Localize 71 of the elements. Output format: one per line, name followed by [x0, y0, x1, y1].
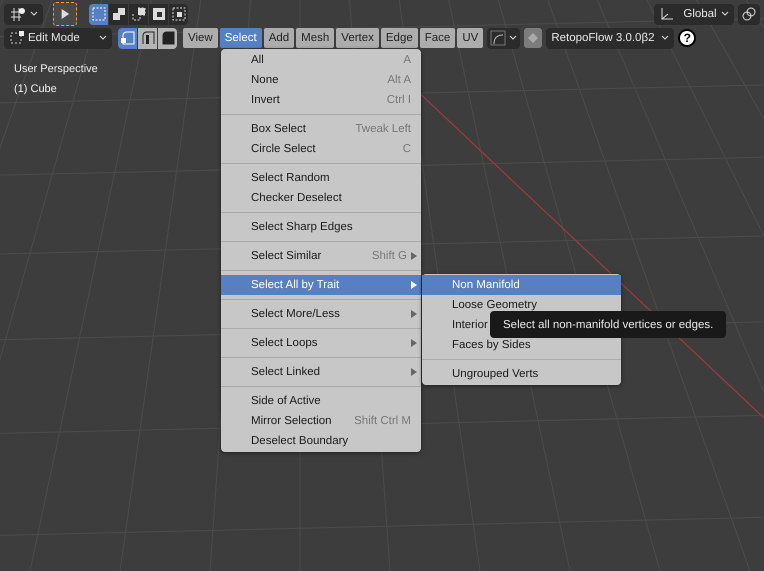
chevron-icon — [509, 35, 518, 41]
chevron-icon — [30, 11, 38, 17]
chevron-icon — [721, 11, 729, 17]
menu-item[interactable]: Circle Select C — [221, 139, 421, 159]
menu-item[interactable]: Select Sharp Edges — [221, 217, 421, 237]
falloff-curve-icon — [490, 30, 506, 46]
menu-item[interactable]: Deselect Boundary — [221, 431, 421, 451]
submenu-arrow-icon — [411, 252, 417, 260]
cursor-icon — [60, 7, 70, 21]
selection-mode-icon — [110, 6, 126, 22]
subtract-selection-mode-button[interactable] — [129, 4, 148, 24]
menu-item[interactable]: Select Loops — [221, 333, 421, 353]
menu-button[interactable]: View — [183, 28, 218, 48]
menu-item[interactable]: Ungrouped Verts — [422, 364, 621, 384]
menu-item[interactable]: None Alt A — [221, 70, 421, 90]
menu-button[interactable]: Vertex — [336, 28, 379, 48]
menu-item[interactable]: Select Linked — [221, 362, 421, 382]
menu-item[interactable]: Mirror Selection Shift Ctrl M — [221, 411, 421, 431]
chevron-icon — [661, 35, 670, 41]
menu-item[interactable]: Select All by Trait — [221, 275, 421, 295]
vertex-mode-icon — [120, 30, 136, 46]
snap-link-button[interactable] — [738, 4, 760, 24]
vertex-select-button[interactable] — [118, 28, 137, 48]
menu-button[interactable]: Add — [264, 28, 294, 48]
transform-icon — [9, 6, 27, 22]
mode-dropdown[interactable]: Edit Mode — [4, 28, 112, 48]
menu-item[interactable]: Checker Deselect — [221, 188, 421, 208]
menu-button[interactable]: UV — [457, 28, 484, 48]
menu-item[interactable]: Side of Active — [221, 391, 421, 411]
tooltip: Select all non-manifold vertices or edges. — [490, 311, 726, 338]
new-selection-mode-button[interactable] — [89, 4, 108, 24]
selection-mode-icon — [170, 6, 186, 22]
edge-select-button[interactable] — [138, 28, 157, 48]
menu-item[interactable]: Box Select Tweak Left — [221, 119, 421, 139]
menu-item[interactable]: Faces by Sides — [422, 335, 621, 355]
submenu-arrow-icon — [411, 281, 417, 289]
viewport-info-text: User Perspective — [14, 62, 98, 77]
edge-mode-icon — [140, 30, 156, 46]
menu-item[interactable]: All A — [221, 50, 421, 70]
submenu-arrow-icon — [411, 310, 417, 318]
viewport-info-text: (1) Cube — [14, 82, 58, 97]
menu-item[interactable]: Invert Ctrl I — [221, 90, 421, 110]
menu-item[interactable]: Select Random — [221, 168, 421, 188]
menu-button[interactable]: Edge — [380, 28, 418, 48]
axes-icon — [659, 6, 675, 22]
invert-selection-mode-button[interactable] — [149, 4, 168, 24]
menu-button[interactable]: Mesh — [296, 28, 334, 48]
menu-item[interactable]: Select More/Less — [221, 304, 421, 324]
link-icon — [741, 6, 757, 22]
addon-toggle-button[interactable] — [524, 28, 542, 48]
menu-button[interactable]: Select — [220, 28, 262, 48]
chevron-icon — [99, 35, 107, 41]
submenu-arrow-icon — [411, 339, 417, 347]
falloff-dropdown[interactable] — [487, 28, 520, 48]
face-select-button[interactable] — [158, 28, 177, 48]
selection-mode-icon — [130, 6, 146, 22]
intersect-selection-mode-button[interactable] — [169, 4, 188, 24]
extend-selection-mode-button[interactable] — [109, 4, 128, 24]
diamond-icon — [528, 33, 538, 43]
edit-mode-icon — [9, 30, 25, 46]
select-tool-button[interactable] — [53, 2, 77, 26]
selection-mode-icon — [90, 6, 106, 22]
orientation-dropdown[interactable]: Global — [654, 4, 734, 24]
retopoflow-dropdown[interactable]: RetopoFlow 3.0.0β2 — [546, 28, 674, 48]
selection-mode-icon — [150, 6, 166, 22]
gizmo-dropdown[interactable] — [4, 4, 43, 24]
face-mode-icon — [160, 30, 176, 46]
menu-item[interactable]: Non Manifold — [422, 275, 621, 295]
menu-item[interactable]: Select Similar Shift G — [221, 246, 421, 266]
submenu-arrow-icon — [411, 368, 417, 376]
menu-button[interactable]: Face — [420, 28, 456, 48]
